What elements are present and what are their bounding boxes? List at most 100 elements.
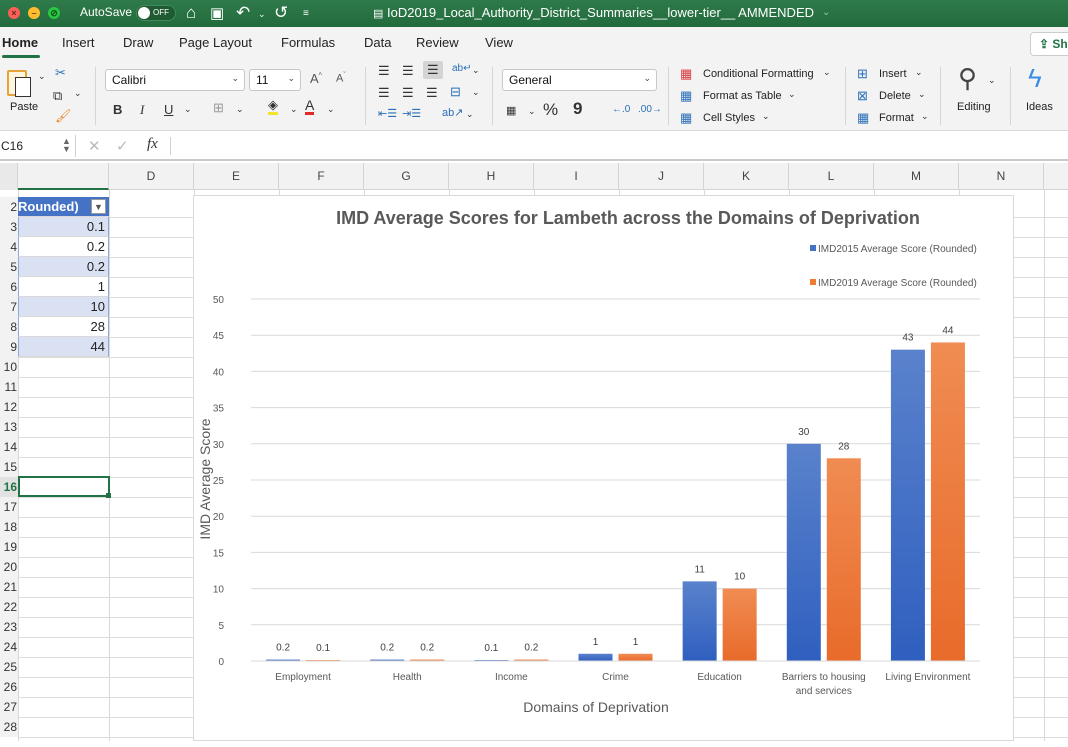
row-header[interactable]: 5: [0, 257, 18, 277]
row-header[interactable]: 15: [0, 457, 18, 477]
tab-view[interactable]: View: [485, 35, 513, 50]
column-header[interactable]: D: [109, 163, 194, 190]
paste-dropdown-icon[interactable]: ⌄: [38, 71, 46, 82]
undo-dropdown-icon[interactable]: ⌄: [258, 9, 266, 20]
align-center-icon[interactable]: ☰: [402, 85, 414, 101]
row-header[interactable]: 2: [0, 197, 18, 217]
column-header[interactable]: K: [704, 163, 789, 190]
table-cell[interactable]: 1: [18, 277, 109, 297]
column-header[interactable]: G: [364, 163, 449, 190]
share-button[interactable]: ⇪ Sh: [1030, 32, 1068, 56]
fill-color-icon[interactable]: ◈: [268, 98, 278, 115]
active-cell-c16[interactable]: [18, 476, 110, 497]
font-size-dropdown[interactable]: 11 ⌄: [249, 69, 301, 91]
tab-home[interactable]: Home: [2, 35, 41, 58]
row-header[interactable]: 7: [0, 297, 18, 317]
minimize-window-button[interactable]: –: [28, 7, 40, 19]
number-format-dropdown[interactable]: General ⌄: [502, 69, 657, 91]
accounting-dropdown-icon[interactable]: ⌄: [528, 106, 536, 117]
align-bottom-icon[interactable]: ☰: [423, 61, 443, 79]
row-header[interactable]: 13: [0, 417, 18, 437]
row-header[interactable]: 21: [0, 577, 18, 597]
row-header[interactable]: 4: [0, 237, 18, 257]
paste-button[interactable]: Paste: [5, 66, 41, 122]
column-header[interactable]: M: [874, 163, 959, 190]
column-header[interactable]: J: [619, 163, 704, 190]
row-header[interactable]: 12: [0, 397, 18, 417]
format-painter-icon[interactable]: 🖌: [55, 108, 72, 124]
tab-page-layout[interactable]: Page Layout: [179, 35, 252, 50]
italic-button[interactable]: I: [140, 102, 144, 118]
increase-font-icon[interactable]: A^: [310, 71, 322, 86]
row-header[interactable]: 17: [0, 497, 18, 517]
underline-dropdown-icon[interactable]: ⌄: [184, 104, 192, 115]
tab-formulas[interactable]: Formulas: [281, 35, 335, 50]
table-cell[interactable]: 0.1: [18, 217, 109, 237]
row-header[interactable]: 6: [0, 277, 18, 297]
row-header[interactable]: 16: [0, 477, 18, 497]
tab-draw[interactable]: Draw: [123, 35, 153, 50]
customize-toolbar-icon[interactable]: ≡: [303, 8, 309, 19]
row-header[interactable]: 14: [0, 437, 18, 457]
font-color-dropdown-icon[interactable]: ⌄: [327, 104, 335, 115]
row-header[interactable]: 11: [0, 377, 18, 397]
wrap-dropdown-icon[interactable]: ⌄: [472, 65, 480, 76]
accounting-format-icon[interactable]: ▦: [506, 104, 516, 117]
row-header[interactable]: 8: [0, 317, 18, 337]
column-header[interactable]: F: [279, 163, 364, 190]
align-top-icon[interactable]: ☰: [378, 63, 390, 79]
column-header[interactable]: L: [789, 163, 874, 190]
title-chevron-icon[interactable]: ⌄: [822, 7, 830, 18]
fill-handle[interactable]: [106, 493, 111, 498]
autosave-toggle[interactable]: OFF: [136, 5, 176, 21]
font-name-dropdown[interactable]: Calibri ⌄: [105, 69, 245, 91]
row-header[interactable]: 19: [0, 537, 18, 557]
select-all-button[interactable]: [0, 163, 18, 190]
table-header-cell[interactable]: Rounded) ▼: [18, 197, 109, 217]
table-cell[interactable]: 10: [18, 297, 109, 317]
row-header[interactable]: 28: [0, 717, 18, 737]
table-cell[interactable]: 28: [18, 317, 109, 337]
column-header-c[interactable]: [18, 163, 109, 190]
document-title[interactable]: IoD2019_Local_Authority_District_Summari…: [387, 5, 814, 20]
decrease-font-icon[interactable]: Aˇ: [336, 72, 346, 85]
undo-icon[interactable]: ↶: [236, 3, 250, 23]
cut-icon[interactable]: ✂: [55, 65, 66, 81]
copy-dropdown-icon[interactable]: ⌄: [74, 88, 82, 99]
chart-container[interactable]: IMD Average Scores for Lambeth across th…: [193, 195, 1014, 741]
column-header[interactable]: E: [194, 163, 279, 190]
row-header[interactable]: 20: [0, 557, 18, 577]
column-header[interactable]: H: [449, 163, 534, 190]
tab-review[interactable]: Review: [416, 35, 459, 50]
cancel-entry-icon[interactable]: ✕: [88, 137, 101, 155]
zoom-window-button[interactable]: ⊘: [48, 7, 60, 19]
insert-function-icon[interactable]: fx: [147, 136, 158, 153]
row-header[interactable]: 3: [0, 217, 18, 237]
filter-dropdown-button[interactable]: ▼: [91, 199, 106, 214]
align-right-icon[interactable]: ☰: [426, 85, 438, 101]
formula-input[interactable]: [175, 135, 1065, 157]
column-header[interactable]: I: [534, 163, 619, 190]
merge-dropdown-icon[interactable]: ⌄: [472, 87, 480, 98]
align-left-icon[interactable]: ☰: [378, 85, 390, 101]
tab-insert[interactable]: Insert: [62, 35, 95, 50]
tab-data[interactable]: Data: [364, 35, 391, 50]
row-header[interactable]: 24: [0, 637, 18, 657]
row-header[interactable]: 10: [0, 357, 18, 377]
merge-center-icon[interactable]: ⊟: [450, 84, 461, 100]
decrease-indent-icon[interactable]: ⇤☰: [378, 107, 397, 120]
row-header[interactable]: 18: [0, 517, 18, 537]
orientation-dropdown-icon[interactable]: ⌄: [466, 109, 474, 120]
row-header[interactable]: 9: [0, 337, 18, 357]
table-cell[interactable]: 44: [18, 337, 109, 357]
wrap-text-icon[interactable]: ab↵: [452, 63, 472, 74]
copy-icon[interactable]: ⧉: [53, 88, 62, 104]
align-middle-icon[interactable]: ☰: [402, 63, 414, 79]
decrease-decimal-icon[interactable]: .00→: [638, 104, 662, 115]
orientation-icon[interactable]: ab↗: [442, 106, 463, 119]
comma-button[interactable]: 9: [573, 99, 582, 119]
column-header[interactable]: N: [959, 163, 1044, 190]
borders-icon[interactable]: ⊞: [213, 100, 224, 116]
row-header[interactable]: 22: [0, 597, 18, 617]
ideas-button[interactable]: ϟ Ideas: [1018, 63, 1062, 123]
